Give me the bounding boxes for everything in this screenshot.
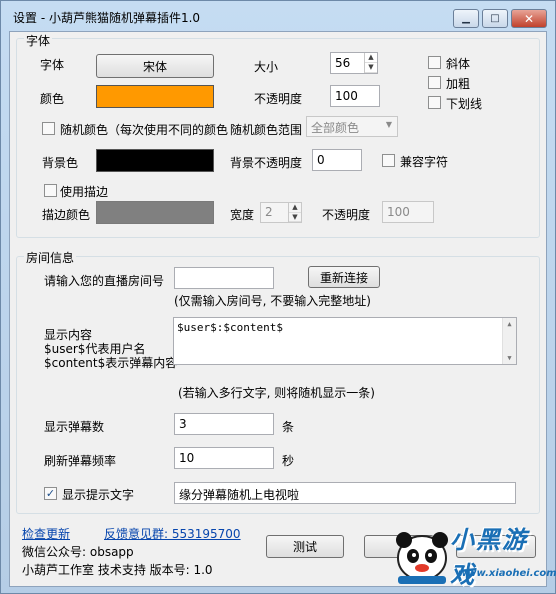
wechat-label: 微信公众号: obsapp xyxy=(22,545,134,559)
count-input[interactable]: 3 xyxy=(174,413,274,435)
check-update-link[interactable]: 检查更新 xyxy=(22,525,70,542)
display-content-textarea[interactable]: $user$:$content$ ▲ ▼ xyxy=(173,317,517,365)
random-color-label: 随机颜色（每次使用不同的颜色 xyxy=(60,123,229,137)
bold-checkbox[interactable] xyxy=(428,76,441,89)
underline-checkbox[interactable] xyxy=(428,96,441,109)
watermark-logo: 小黑游戏 www.xiaohei.com xyxy=(388,518,556,589)
bold-label: 加粗 xyxy=(446,77,471,91)
refresh-input[interactable]: 10 xyxy=(174,447,274,469)
size-spinner[interactable]: ▲ ▼ xyxy=(364,53,377,73)
test-button[interactable]: 测试 xyxy=(266,535,344,558)
outline-width-value: 2 xyxy=(265,205,273,219)
outline-color-swatch[interactable] xyxy=(96,201,214,224)
random-range-value: 全部颜色 xyxy=(311,121,360,135)
italic-checkbox[interactable] xyxy=(428,56,441,69)
compat-checkbox[interactable] xyxy=(382,154,395,167)
support-label: 小葫芦工作室 技术支持 版本号: 1.0 xyxy=(22,563,213,577)
room-hint: (仅需输入房间号, 不要输入完整地址) xyxy=(174,294,371,308)
scroll-down-icon: ▼ xyxy=(507,354,512,362)
display-content-value: $user$:$content$ xyxy=(177,321,283,334)
bg-color-swatch[interactable] xyxy=(96,149,214,172)
outline-width-spinbox[interactable]: 2 ▲ ▼ xyxy=(260,202,302,223)
display-label-3: $content$表示弹幕内容 xyxy=(44,356,178,370)
italic-label: 斜体 xyxy=(446,57,471,71)
room-group-legend: 房间信息 xyxy=(24,249,77,266)
multiline-hint: (若输入多行文字, 则将随机显示一条) xyxy=(178,386,375,400)
opacity-input[interactable]: 100 xyxy=(330,85,380,107)
opacity-label: 不透明度 xyxy=(254,92,303,106)
maximize-button[interactable]: □ xyxy=(482,9,508,28)
scroll-up-icon: ▲ xyxy=(507,320,512,328)
color-label: 颜色 xyxy=(40,92,65,106)
random-range-label: 随机颜色范围 xyxy=(230,123,303,137)
size-value: 56 xyxy=(335,56,351,70)
size-label: 大小 xyxy=(254,60,279,74)
title-bar: 设置 - 小葫芦熊猫随机弹幕插件1.0 ▁ □ ✕ xyxy=(1,1,555,31)
refresh-unit: 秒 xyxy=(282,454,295,468)
font-color-swatch[interactable] xyxy=(96,85,214,108)
watermark-url: www.xiaohei.com xyxy=(458,568,556,579)
bg-opacity-input[interactable]: 0 xyxy=(312,149,362,171)
use-outline-label: 使用描边 xyxy=(60,185,109,199)
underline-label: 下划线 xyxy=(446,97,483,111)
feedback-link[interactable]: 反馈意见群: 553195700 xyxy=(104,525,241,542)
room-id-input[interactable] xyxy=(174,267,274,289)
compat-label: 兼容字符 xyxy=(400,155,449,169)
room-prompt-label: 请输入您的直播房间号 xyxy=(44,274,165,288)
bg-opacity-label: 背景不透明度 xyxy=(230,156,303,170)
size-spinbox[interactable]: 56 ▲ ▼ xyxy=(330,52,378,74)
client-area: 字体 字体 宋体 大小 56 ▲ ▼ 斜体 加粗 下划线 颜色 不透明度 100 … xyxy=(9,31,556,589)
refresh-label: 刷新弹幕频率 xyxy=(44,454,117,468)
bg-color-label: 背景色 xyxy=(42,156,79,170)
font-group-legend: 字体 xyxy=(24,32,53,49)
random-color-checkbox[interactable] xyxy=(42,122,55,135)
outline-width-spinner[interactable]: ▲ ▼ xyxy=(288,203,301,222)
show-tip-checkbox[interactable]: ✓ xyxy=(44,487,57,500)
outline-color-label: 描边颜色 xyxy=(42,208,91,222)
settings-window: 设置 - 小葫芦熊猫随机弹幕插件1.0 ▁ □ ✕ 字体 字体 宋体 大小 56… xyxy=(0,0,556,594)
count-label: 显示弹幕数 xyxy=(44,420,105,434)
show-tip-label: 显示提示文字 xyxy=(62,488,135,502)
watermark-brand: 小黑游戏 xyxy=(450,526,528,589)
random-range-select[interactable]: 全部颜色 ▼ xyxy=(306,116,398,137)
count-unit: 条 xyxy=(282,420,295,434)
minimize-button[interactable]: ▁ xyxy=(453,9,479,28)
reconnect-button[interactable]: 重新连接 xyxy=(308,266,380,288)
use-outline-checkbox[interactable] xyxy=(44,184,57,197)
textarea-scrollbar[interactable]: ▲ ▼ xyxy=(502,318,516,364)
chevron-down-icon: ▼ xyxy=(385,120,392,129)
outline-opacity-label: 不透明度 xyxy=(322,208,371,222)
show-tip-input[interactable]: 缘分弹幕随机上电视啦 xyxy=(174,482,516,504)
outline-opacity-input[interactable]: 100 xyxy=(382,201,434,223)
close-button[interactable]: ✕ xyxy=(511,9,547,28)
font-select-button[interactable]: 宋体 xyxy=(96,54,214,78)
font-label: 字体 xyxy=(40,58,65,72)
width-label: 宽度 xyxy=(230,208,255,222)
window-title: 设置 - 小葫芦熊猫随机弹幕插件1.0 xyxy=(13,11,201,25)
